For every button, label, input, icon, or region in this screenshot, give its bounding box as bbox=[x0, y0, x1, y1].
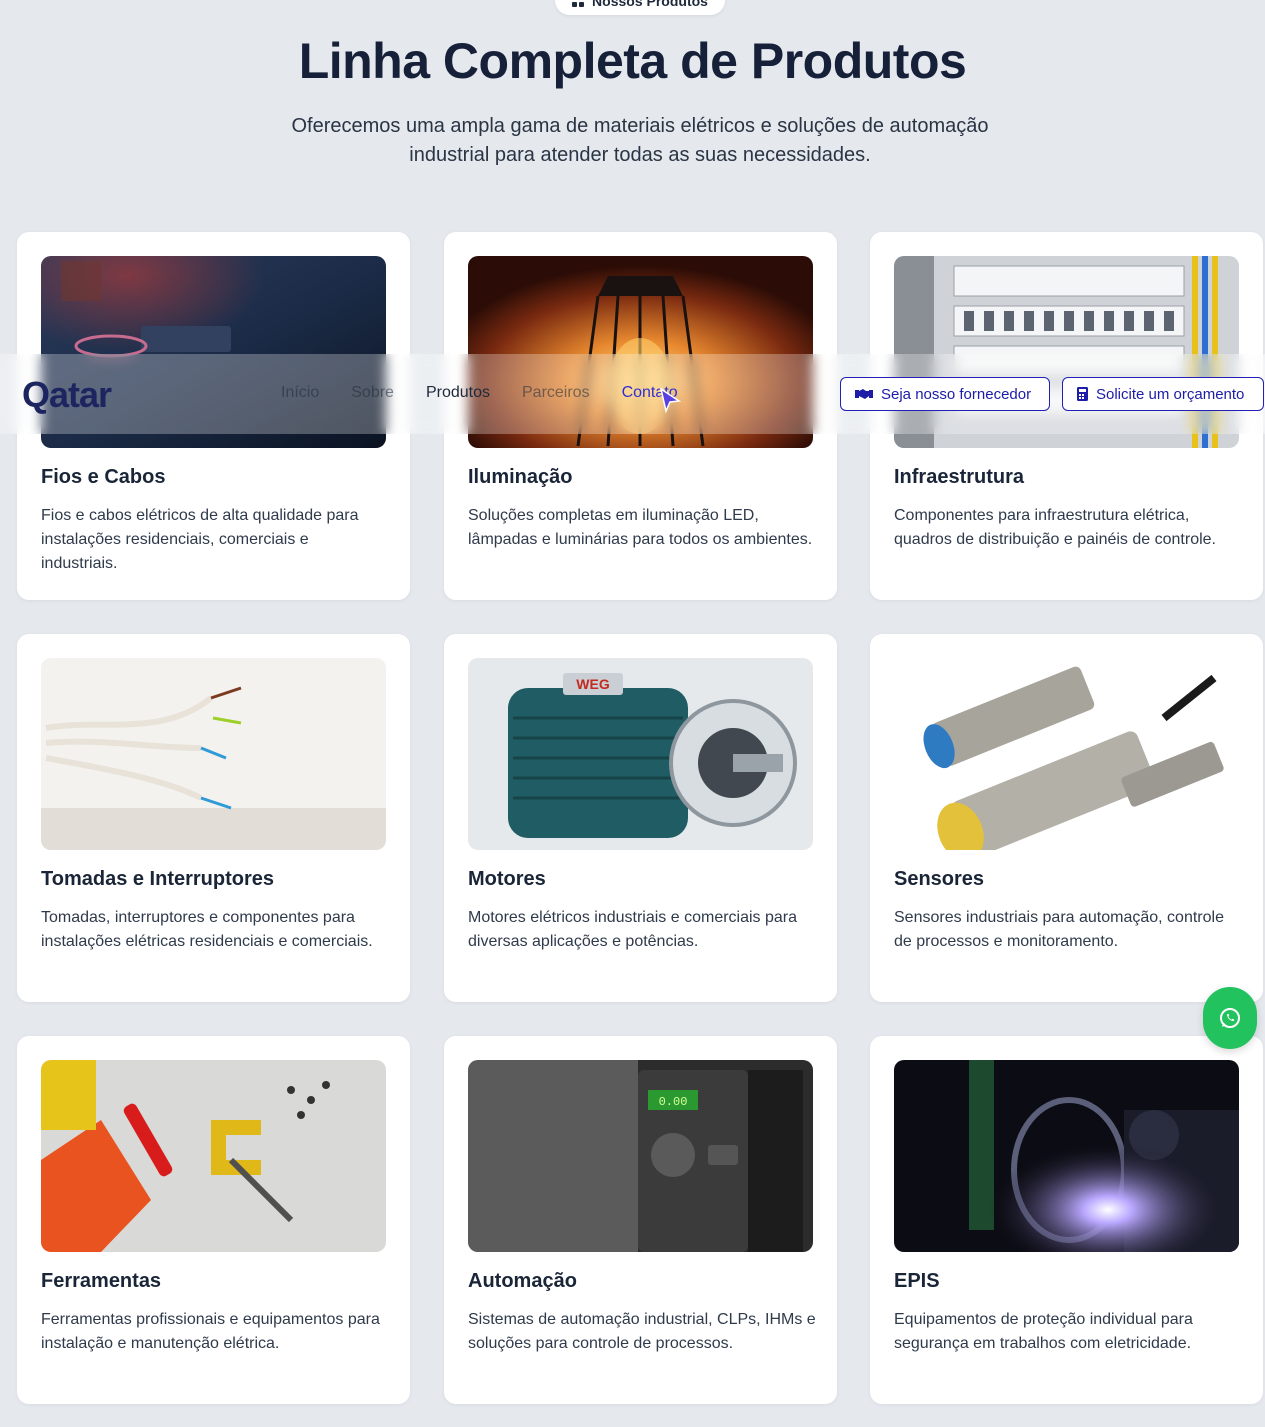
product-description: Ferramentas profissionais e equipamentos… bbox=[41, 1311, 380, 1352]
product-title: Motores bbox=[468, 868, 546, 890]
product-description: Fios e cabos elétricos de alta qualidade… bbox=[41, 507, 359, 572]
product-description: Soluções completas em iluminação LED, lâ… bbox=[468, 507, 813, 548]
section-badge-label: Nossos Produtos bbox=[592, 0, 708, 9]
nav-link-parceiros[interactable]: Parceiros bbox=[522, 384, 590, 402]
whatsapp-icon bbox=[1220, 1008, 1240, 1028]
product-description: Componentes para infraestrutura elétrica… bbox=[894, 507, 1216, 548]
product-title: Sensores bbox=[894, 868, 985, 890]
navbar: Qatar Início Sobre Produtos Parceiros Co… bbox=[0, 354, 1265, 434]
product-description: Sistemas de automação industrial, CLPs, … bbox=[468, 1311, 816, 1352]
product-card-tomadas-e-interruptores[interactable]: Tomadas e Interruptores Tomadas, interru… bbox=[17, 634, 410, 1002]
product-description: Motores elétricos industriais e comercia… bbox=[468, 909, 798, 950]
product-title: Tomadas e Interruptores bbox=[41, 868, 275, 890]
nav-link-produtos[interactable]: Produtos bbox=[426, 384, 490, 402]
section-subtitle: Oferecemos uma ampla gama de materiais e… bbox=[291, 115, 989, 166]
nav-link-inicio[interactable]: Início bbox=[281, 384, 319, 402]
product-title: Ferramentas bbox=[41, 1270, 162, 1292]
product-title: Automação bbox=[468, 1270, 577, 1292]
product-title: EPIS bbox=[894, 1270, 940, 1292]
handshake-icon bbox=[855, 389, 873, 399]
product-description: Tomadas, interruptores e componentes par… bbox=[41, 909, 373, 950]
product-image-epis bbox=[894, 1060, 1239, 1252]
quote-button[interactable]: Solicite um orçamento bbox=[1062, 377, 1264, 411]
product-description: Equipamentos de proteção individual para… bbox=[894, 1311, 1193, 1352]
quote-button-label: Solicite um orçamento bbox=[1096, 385, 1245, 403]
section-badge: Nossos Produtos bbox=[555, 0, 725, 15]
product-card-epis[interactable]: EPIS Equipamentos de proteção individual… bbox=[870, 1036, 1263, 1404]
nav-menu: Início Sobre Produtos Parceiros Contato bbox=[281, 384, 678, 402]
site-logo[interactable]: Qatar bbox=[22, 374, 112, 416]
product-image-sensores bbox=[894, 658, 1239, 850]
svg-text:WEG: WEG bbox=[576, 676, 610, 692]
whatsapp-button[interactable] bbox=[1203, 987, 1257, 1049]
product-image-motores: WEG bbox=[468, 658, 813, 850]
product-card-automacao[interactable]: 0.00 Automação Sistemas de automação ind… bbox=[444, 1036, 837, 1404]
mouse-cursor-icon bbox=[659, 387, 681, 414]
product-card-motores[interactable]: WEG Motores Motores elétricos industriai… bbox=[444, 634, 837, 1002]
section-title: Linha Completa de Produtos bbox=[298, 33, 967, 89]
nav-link-sobre[interactable]: Sobre bbox=[351, 384, 394, 402]
grid-icon bbox=[572, 0, 585, 7]
product-card-ferramentas[interactable]: Ferramentas Ferramentas profissionais e … bbox=[17, 1036, 410, 1404]
svg-text:0.00: 0.00 bbox=[659, 1095, 688, 1109]
supplier-button-label: Seja nosso fornecedor bbox=[881, 385, 1032, 403]
product-description: Sensores industriais para automação, con… bbox=[894, 909, 1224, 950]
supplier-button[interactable]: Seja nosso fornecedor bbox=[840, 377, 1050, 411]
product-image-tomadas-e-interruptores bbox=[41, 658, 386, 850]
product-title: Infraestrutura bbox=[894, 466, 1025, 488]
product-image-automacao: 0.00 bbox=[468, 1060, 813, 1252]
calculator-icon bbox=[1077, 387, 1088, 401]
product-image-ferramentas bbox=[41, 1060, 386, 1252]
product-title: Fios e Cabos bbox=[41, 466, 166, 488]
product-card-sensores[interactable]: Sensores Sensores industriais para autom… bbox=[870, 634, 1263, 1002]
product-title: Iluminação bbox=[468, 466, 573, 488]
